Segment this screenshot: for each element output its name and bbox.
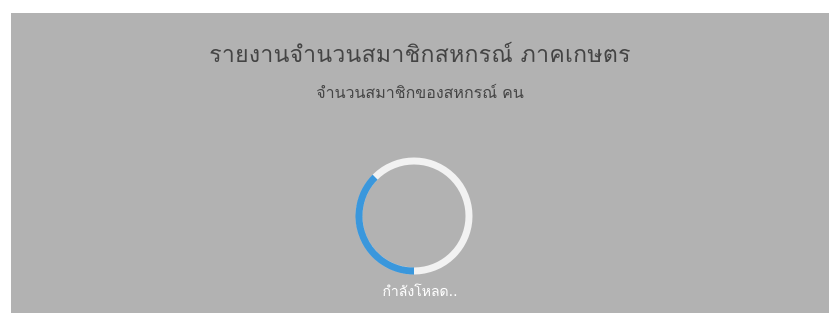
loading-spinner-icon bbox=[355, 157, 473, 275]
loading-overlay-panel: รายงานจำนวนสมาชิกสหกรณ์ ภาคเกษตร จำนวนสม… bbox=[11, 13, 829, 313]
report-title: รายงานจำนวนสมาชิกสหกรณ์ ภาคเกษตร bbox=[209, 42, 631, 68]
loading-label: กำลังโหลด.. bbox=[382, 284, 458, 300]
report-subtitle: จำนวนสมาชิกของสหกรณ์ คน bbox=[316, 83, 524, 102]
spinner-arc bbox=[355, 174, 415, 275]
